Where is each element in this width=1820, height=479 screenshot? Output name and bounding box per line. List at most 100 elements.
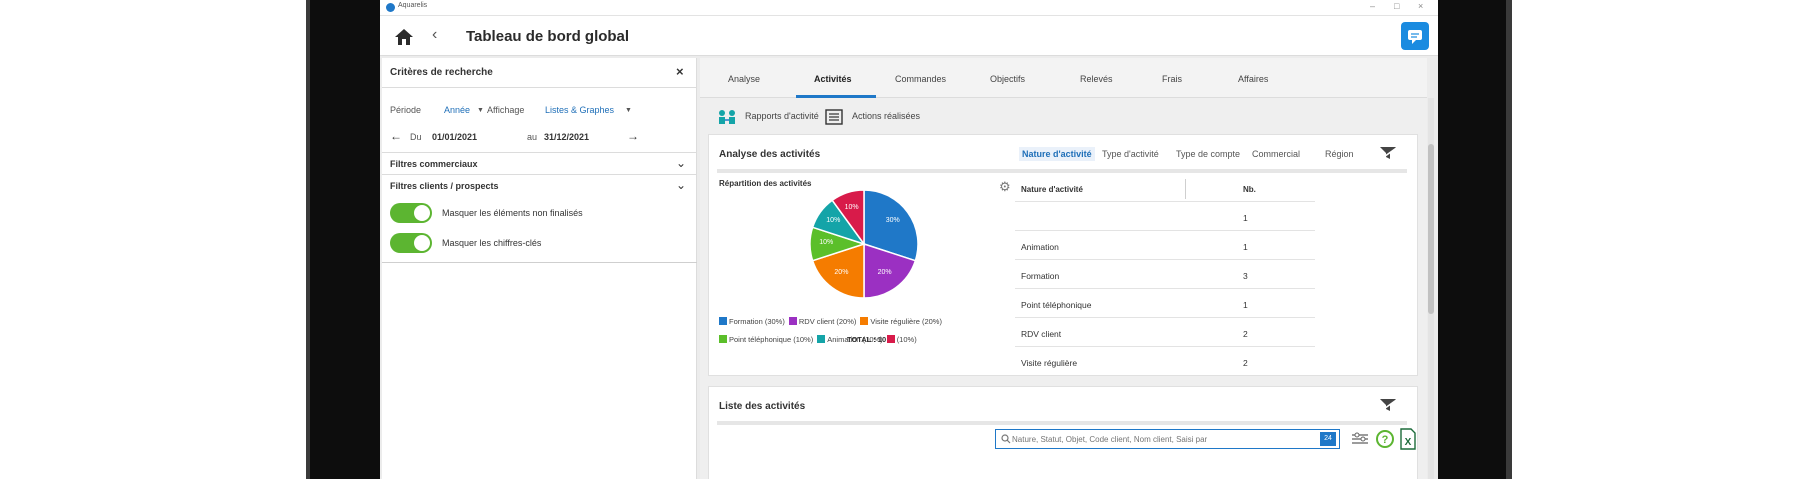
activity-list-card: Liste des activités 24 <box>708 386 1418 479</box>
legend-item[interactable]: Point téléphonique (10%) <box>719 334 813 346</box>
minimize-icon[interactable]: – <box>1370 1 1375 11</box>
table-row[interactable]: Animation 1 <box>1015 230 1315 259</box>
pie-slice-label: 30% <box>885 217 900 225</box>
app-window: Aquarelis – □ × ‹ Tableau de bord global <box>380 0 1438 479</box>
tab-affaires[interactable]: Affaires <box>1238 74 1268 84</box>
affichage-label: Affichage <box>487 105 525 115</box>
table-row[interactable]: 1 <box>1015 201 1315 230</box>
tab-releves[interactable]: Relevés <box>1080 74 1113 84</box>
app-header: ‹ Tableau de bord global <box>380 16 1438 56</box>
toggle-hide-key-figures[interactable] <box>390 233 432 253</box>
chevron-down-icon[interactable]: ⌄ <box>676 178 686 192</box>
search-criteria-title: Critères de recherche <box>390 67 493 78</box>
section-filtres-commerciaux[interactable]: Filtres commerciaux ⌄ <box>382 152 697 174</box>
legend-label: Formation (30%) <box>729 317 785 326</box>
back-arrow-icon[interactable]: ‹ <box>432 26 437 44</box>
help-icon[interactable]: ? <box>1375 429 1395 449</box>
svg-text:?: ? <box>1382 434 1389 446</box>
search-box[interactable]: 24 <box>995 429 1340 449</box>
scrollbar-thumb[interactable] <box>1428 144 1434 314</box>
next-period-arrow-icon[interactable]: → <box>627 129 639 143</box>
analysis-title: Analyse des activités <box>719 149 821 160</box>
table-cell-count: 1 <box>1243 300 1248 310</box>
card-divider <box>717 169 1407 173</box>
table-cell-nature: Formation <box>1021 271 1060 281</box>
filter-tab-commercial[interactable]: Commercial <box>1249 147 1303 161</box>
pie-slice-label: 10% <box>844 204 859 212</box>
toggle-hide-unfinished-label: Masquer les éléments non finalisés <box>442 208 583 218</box>
table-cell-nature: Visite régulière <box>1021 358 1078 368</box>
chat-bubble-icon <box>1408 30 1422 44</box>
table-cell-nature: Point téléphonique <box>1021 300 1092 310</box>
previous-period-arrow-icon[interactable]: ← <box>390 129 402 143</box>
table-header-nature[interactable]: Nature d'activité <box>1021 185 1083 194</box>
activity-report-icon[interactable] <box>718 109 736 125</box>
start-date[interactable]: 01/01/2021 <box>432 132 477 142</box>
chevron-down-icon[interactable]: ⌄ <box>676 156 686 170</box>
main-content: Analyse Activités Commandes Objectifs Re… <box>700 58 1427 479</box>
stage: Aquarelis – □ × ‹ Tableau de bord global <box>0 0 1820 479</box>
du-label: Du <box>410 132 422 142</box>
filter-tab-nature[interactable]: Nature d'activité <box>1019 147 1095 161</box>
actions-list-icon[interactable] <box>825 109 843 125</box>
legend-item[interactable]: Formation (30%) <box>719 316 785 328</box>
chart-total: TOTAL : 10 <box>847 335 887 344</box>
search-criteria-header: Critères de recherche × <box>382 58 697 88</box>
affichage-dropdown[interactable]: Listes & Graphes <box>545 105 614 115</box>
filter-tab-type-compte[interactable]: Type de compte <box>1173 147 1243 161</box>
toggle-hide-key-figures-label: Masquer les chiffres-clés <box>442 238 542 248</box>
pie-slice-label: 20% <box>877 268 892 276</box>
pie-slice-label: 10% <box>819 239 834 246</box>
pie-slice-label: 20% <box>834 268 849 276</box>
tab-frais[interactable]: Frais <box>1162 74 1182 84</box>
toggle-knob <box>414 205 430 221</box>
app-logo-icon <box>386 3 395 12</box>
vertical-scrollbar[interactable] <box>1428 98 1434 479</box>
table-row[interactable]: RDV client 2 <box>1015 317 1315 346</box>
filter-tab-region[interactable]: Région <box>1322 147 1357 161</box>
table-row[interactable]: Visite régulière 2 <box>1015 346 1315 375</box>
settings-gear-icon[interactable]: ⚙ <box>999 179 1011 195</box>
tab-analyse[interactable]: Analyse <box>728 74 760 84</box>
chat-button[interactable] <box>1401 22 1429 50</box>
home-icon[interactable] <box>394 28 414 46</box>
subnav-actions[interactable]: Actions réalisées <box>852 111 920 121</box>
list-title: Liste des activités <box>719 401 806 412</box>
legend-item[interactable]: RDV client (20%) <box>788 316 856 328</box>
table-header-count[interactable]: Nb. <box>1243 185 1256 194</box>
table-header-separator <box>1185 179 1186 199</box>
legend-item[interactable]: (10%) <box>886 334 917 346</box>
pie-slice-label: 10% <box>826 217 841 225</box>
excel-export-icon[interactable]: X <box>1399 428 1417 450</box>
app-name: Aquarelis <box>398 2 428 9</box>
clear-filter-icon[interactable] <box>1379 397 1397 413</box>
svg-text:X: X <box>1405 437 1412 448</box>
end-date[interactable]: 31/12/2021 <box>544 132 589 142</box>
section-filtres-clients[interactable]: Filtres clients / prospects ⌄ <box>382 174 697 196</box>
device-bezel-edge-right <box>1506 0 1512 479</box>
au-label: au <box>527 132 538 142</box>
table-row[interactable]: Formation 3 <box>1015 259 1315 288</box>
close-panel-icon[interactable]: × <box>676 64 684 79</box>
window-titlebar: Aquarelis – □ × <box>380 0 1438 16</box>
periode-dropdown[interactable]: Année <box>444 105 470 115</box>
toggle-hide-unfinished[interactable] <box>390 203 432 223</box>
search-input[interactable] <box>1012 432 1302 446</box>
search-criteria-panel: Critères de recherche × Période Année ▼ … <box>382 58 697 479</box>
clear-filter-icon[interactable] <box>1379 145 1397 161</box>
tab-objectifs[interactable]: Objectifs <box>990 74 1025 84</box>
section-label: Filtres commerciaux <box>390 159 478 169</box>
maximize-icon[interactable]: □ <box>1394 1 1399 11</box>
filter-tab-type-activite[interactable]: Type d'activité <box>1099 147 1162 161</box>
table-cell-count: 1 <box>1243 242 1248 252</box>
periode-caret-icon[interactable]: ▼ <box>477 107 484 114</box>
subnav-rapports[interactable]: Rapports d'activité <box>745 111 819 121</box>
tab-commandes[interactable]: Commandes <box>895 74 946 84</box>
tab-activites[interactable]: Activités <box>814 74 852 84</box>
table-cell-nature: Animation <box>1021 242 1059 252</box>
table-row[interactable]: Point téléphonique 1 <box>1015 288 1315 317</box>
legend-item[interactable]: Visite régulière (20%) <box>860 316 942 328</box>
affichage-caret-icon[interactable]: ▼ <box>625 107 632 114</box>
column-settings-icon[interactable] <box>1351 431 1369 447</box>
close-window-icon[interactable]: × <box>1418 1 1423 11</box>
